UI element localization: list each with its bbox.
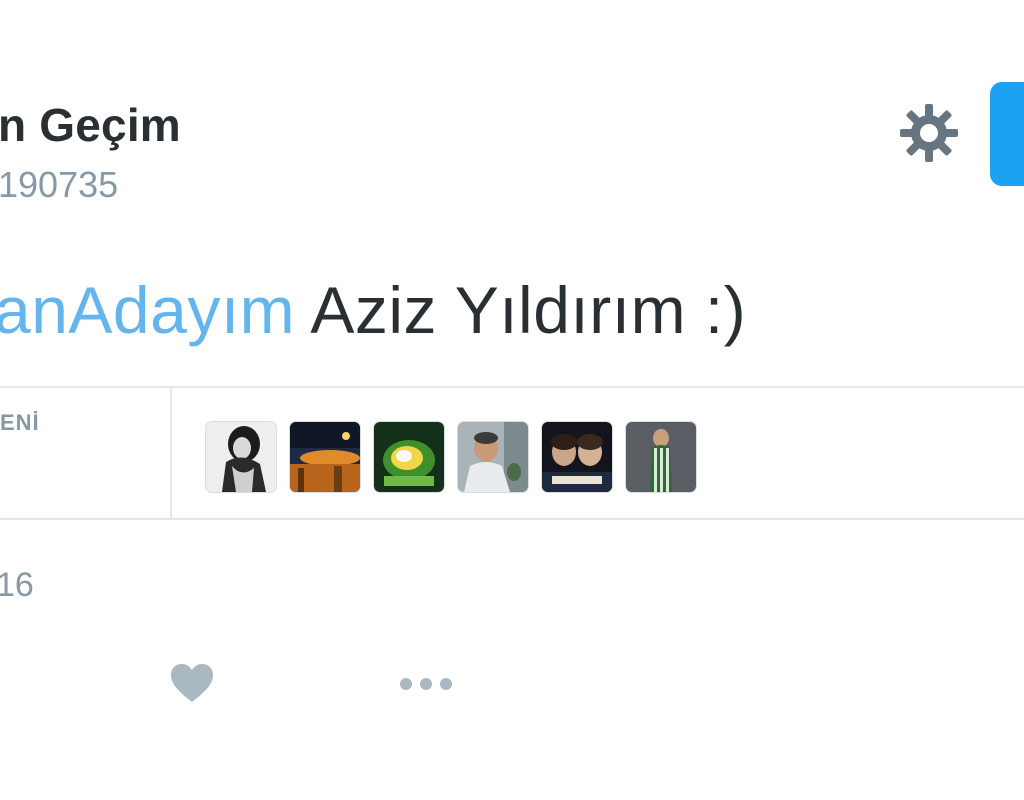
liker-avatars — [206, 422, 696, 492]
avatar[interactable] — [290, 422, 360, 492]
more-button[interactable] — [394, 668, 458, 700]
tweet-body: Aziz Yıldırım :) — [295, 273, 747, 347]
tweet-text: anAdayım Aziz Yıldırım :) — [0, 272, 746, 348]
stats-divider — [170, 388, 172, 518]
more-icon — [400, 678, 452, 690]
likes-label[interactable]: ENİ — [0, 410, 40, 436]
tweet-page: n Geçim 190735 anAdayım Aziz Yıldırım :)… — [0, 0, 1024, 800]
follow-button[interactable] — [990, 82, 1024, 186]
user-handle[interactable]: 190735 — [0, 164, 118, 206]
avatar[interactable] — [374, 422, 444, 492]
tweet-timestamp: 16 — [0, 566, 34, 604]
tweet-stats: ENİ — [0, 386, 1024, 520]
heart-icon — [171, 664, 213, 702]
gear-icon — [900, 104, 958, 162]
hashtag-link[interactable]: anAdayım — [0, 273, 295, 347]
avatar[interactable] — [458, 422, 528, 492]
display-name[interactable]: n Geçim — [0, 98, 181, 152]
avatar[interactable] — [542, 422, 612, 492]
avatar[interactable] — [626, 422, 696, 492]
settings-button[interactable] — [896, 100, 962, 166]
avatar[interactable] — [206, 422, 276, 492]
like-button[interactable] — [168, 660, 216, 708]
